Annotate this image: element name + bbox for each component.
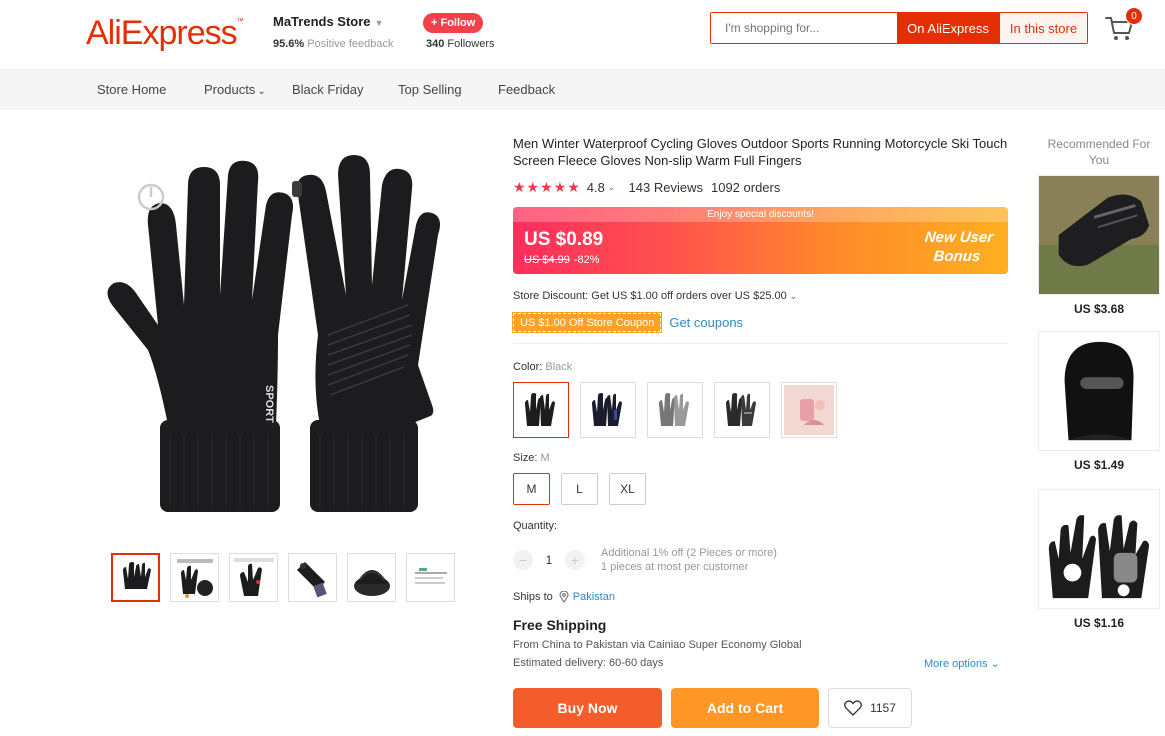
get-coupons-link[interactable]: Get coupons xyxy=(669,315,743,330)
size-option[interactable]: XL xyxy=(609,473,646,505)
original-price: US $4.99 -82% xyxy=(524,254,600,266)
orders-count: 1092 orders xyxy=(710,180,781,195)
recommended-image[interactable] xyxy=(1038,331,1160,451)
search-input[interactable] xyxy=(711,13,897,43)
nav-top-selling[interactable]: Top Selling xyxy=(398,82,462,97)
star-rating-icon: ★★★★★ xyxy=(513,179,581,195)
buy-now-button[interactable]: Buy Now xyxy=(513,688,662,728)
search-bar: On AliExpress In this store xyxy=(710,12,1088,44)
quantity-note: Additional 1% off (2 Pieces or more) 1 p… xyxy=(601,547,777,573)
thumbnail-image[interactable] xyxy=(111,553,160,602)
shipping-description: From China to Pakistan via Cainiao Super… xyxy=(513,639,802,651)
color-option[interactable] xyxy=(580,382,636,438)
recommended-image[interactable] xyxy=(1038,489,1160,609)
store-coupon-badge[interactable]: US $1.00 Off Store Coupon xyxy=(511,312,663,333)
recommended-item[interactable]: US $1.16 xyxy=(1038,489,1160,630)
store-name[interactable]: MaTrends Store ▼ xyxy=(273,14,383,29)
size-option[interactable]: M xyxy=(513,473,550,505)
followers-count: 340 Followers xyxy=(426,38,495,50)
aliexpress-logo[interactable]: AliExpress™ xyxy=(86,14,244,53)
chevron-down-icon: ⌄ xyxy=(257,86,266,97)
rating-value[interactable]: 4.8 xyxy=(587,180,605,195)
recommended-item[interactable]: US $1.49 xyxy=(1038,331,1160,472)
recommended-price: US $3.68 xyxy=(1073,302,1125,316)
quantity-value[interactable]: 1 xyxy=(533,553,565,567)
nav-feedback[interactable]: Feedback xyxy=(498,82,555,97)
thumbnail-image[interactable] xyxy=(406,553,455,602)
color-options xyxy=(513,382,837,438)
divider xyxy=(513,343,1008,344)
heart-icon xyxy=(844,700,863,716)
recommended-price: US $1.16 xyxy=(1073,616,1125,630)
chevron-down-icon: ⌄ xyxy=(789,291,798,301)
size-options: M L XL xyxy=(513,473,646,505)
store-nav: Store Home Products ⌄ Black Friday Top Se… xyxy=(0,70,1165,110)
size-label: Size: M xyxy=(513,452,550,464)
product-title: Men Winter Waterproof Cycling Gloves Out… xyxy=(513,136,1008,168)
chevron-down-icon: ⌄ xyxy=(990,658,1000,670)
quantity-stepper: − 1 + Additional 1% off (2 Pieces or mor… xyxy=(513,546,777,574)
header: AliExpress™ MaTrends Store ▼ 95.6% Positi… xyxy=(0,0,1165,70)
store-feedback: 95.6% Positive feedback xyxy=(273,38,394,50)
follow-button[interactable]: + Follow xyxy=(423,13,484,33)
wishlist-count: 1157 xyxy=(870,701,896,715)
svg-text:SPORT: SPORT xyxy=(263,385,275,423)
new-user-bonus[interactable]: New User Bonus xyxy=(911,228,1005,266)
chevron-down-icon: ▼ xyxy=(374,18,384,28)
thumbnail-image[interactable] xyxy=(170,553,219,602)
color-option[interactable] xyxy=(781,382,837,438)
location-pin-icon xyxy=(559,591,569,603)
size-option[interactable]: L xyxy=(561,473,598,505)
color-option[interactable] xyxy=(513,382,569,438)
add-to-cart-button[interactable]: Add to Cart xyxy=(671,688,819,728)
wishlist-button[interactable]: 1157 xyxy=(828,688,912,728)
recommended-image[interactable] xyxy=(1038,175,1160,295)
more-options-link[interactable]: More options ⌄ xyxy=(924,657,1000,670)
store-discount[interactable]: Store Discount: Get US $1.00 off orders … xyxy=(513,290,797,302)
search-in-store-button[interactable]: In this store xyxy=(999,13,1087,43)
quantity-decrease-button[interactable]: − xyxy=(513,550,533,570)
quantity-label: Quantity: xyxy=(513,520,558,532)
estimated-delivery: Estimated delivery: 60-60 days xyxy=(513,657,664,669)
ships-to: Ships to Pakistan xyxy=(513,591,615,603)
thumbnail-image[interactable] xyxy=(229,553,278,602)
search-on-aliexpress-button[interactable]: On AliExpress xyxy=(897,13,999,43)
chevron-down-icon[interactable]: ⌄ xyxy=(608,183,615,192)
main-product-image[interactable]: SPORT xyxy=(88,135,460,525)
nav-products[interactable]: Products ⌄ xyxy=(204,82,266,97)
quantity-increase-button[interactable]: + xyxy=(565,550,585,570)
ships-to-country[interactable]: Pakistan xyxy=(573,591,615,603)
recommended-title: Recommended For You xyxy=(1047,137,1151,167)
price-banner: Enjoy special discounts! US $0.89 US $4.… xyxy=(513,207,1008,274)
recommended-price: US $1.49 xyxy=(1073,458,1125,472)
color-option[interactable] xyxy=(714,382,770,438)
recommended-item[interactable]: US $3.68 xyxy=(1038,175,1160,316)
color-label: Color: Black xyxy=(513,361,573,373)
rating-row: ★★★★★ 4.8 ⌄ 143 Reviews 1092 orders xyxy=(513,179,780,196)
free-shipping-heading: Free Shipping xyxy=(513,617,607,633)
reviews-count[interactable]: 143 Reviews xyxy=(629,180,703,195)
coupon-row: US $1.00 Off Store Coupon Get coupons xyxy=(511,312,743,333)
nav-black-friday[interactable]: Black Friday xyxy=(292,82,364,97)
cart-count-badge: 0 xyxy=(1125,7,1143,25)
banner-top-text: Enjoy special discounts! xyxy=(513,207,1008,222)
thumbnail-image[interactable] xyxy=(288,553,337,602)
thumbnail-strip xyxy=(111,553,455,602)
thumbnail-image[interactable] xyxy=(347,553,396,602)
current-price: US $0.89 xyxy=(524,229,604,250)
color-option[interactable] xyxy=(647,382,703,438)
nav-store-home[interactable]: Store Home xyxy=(97,82,166,97)
